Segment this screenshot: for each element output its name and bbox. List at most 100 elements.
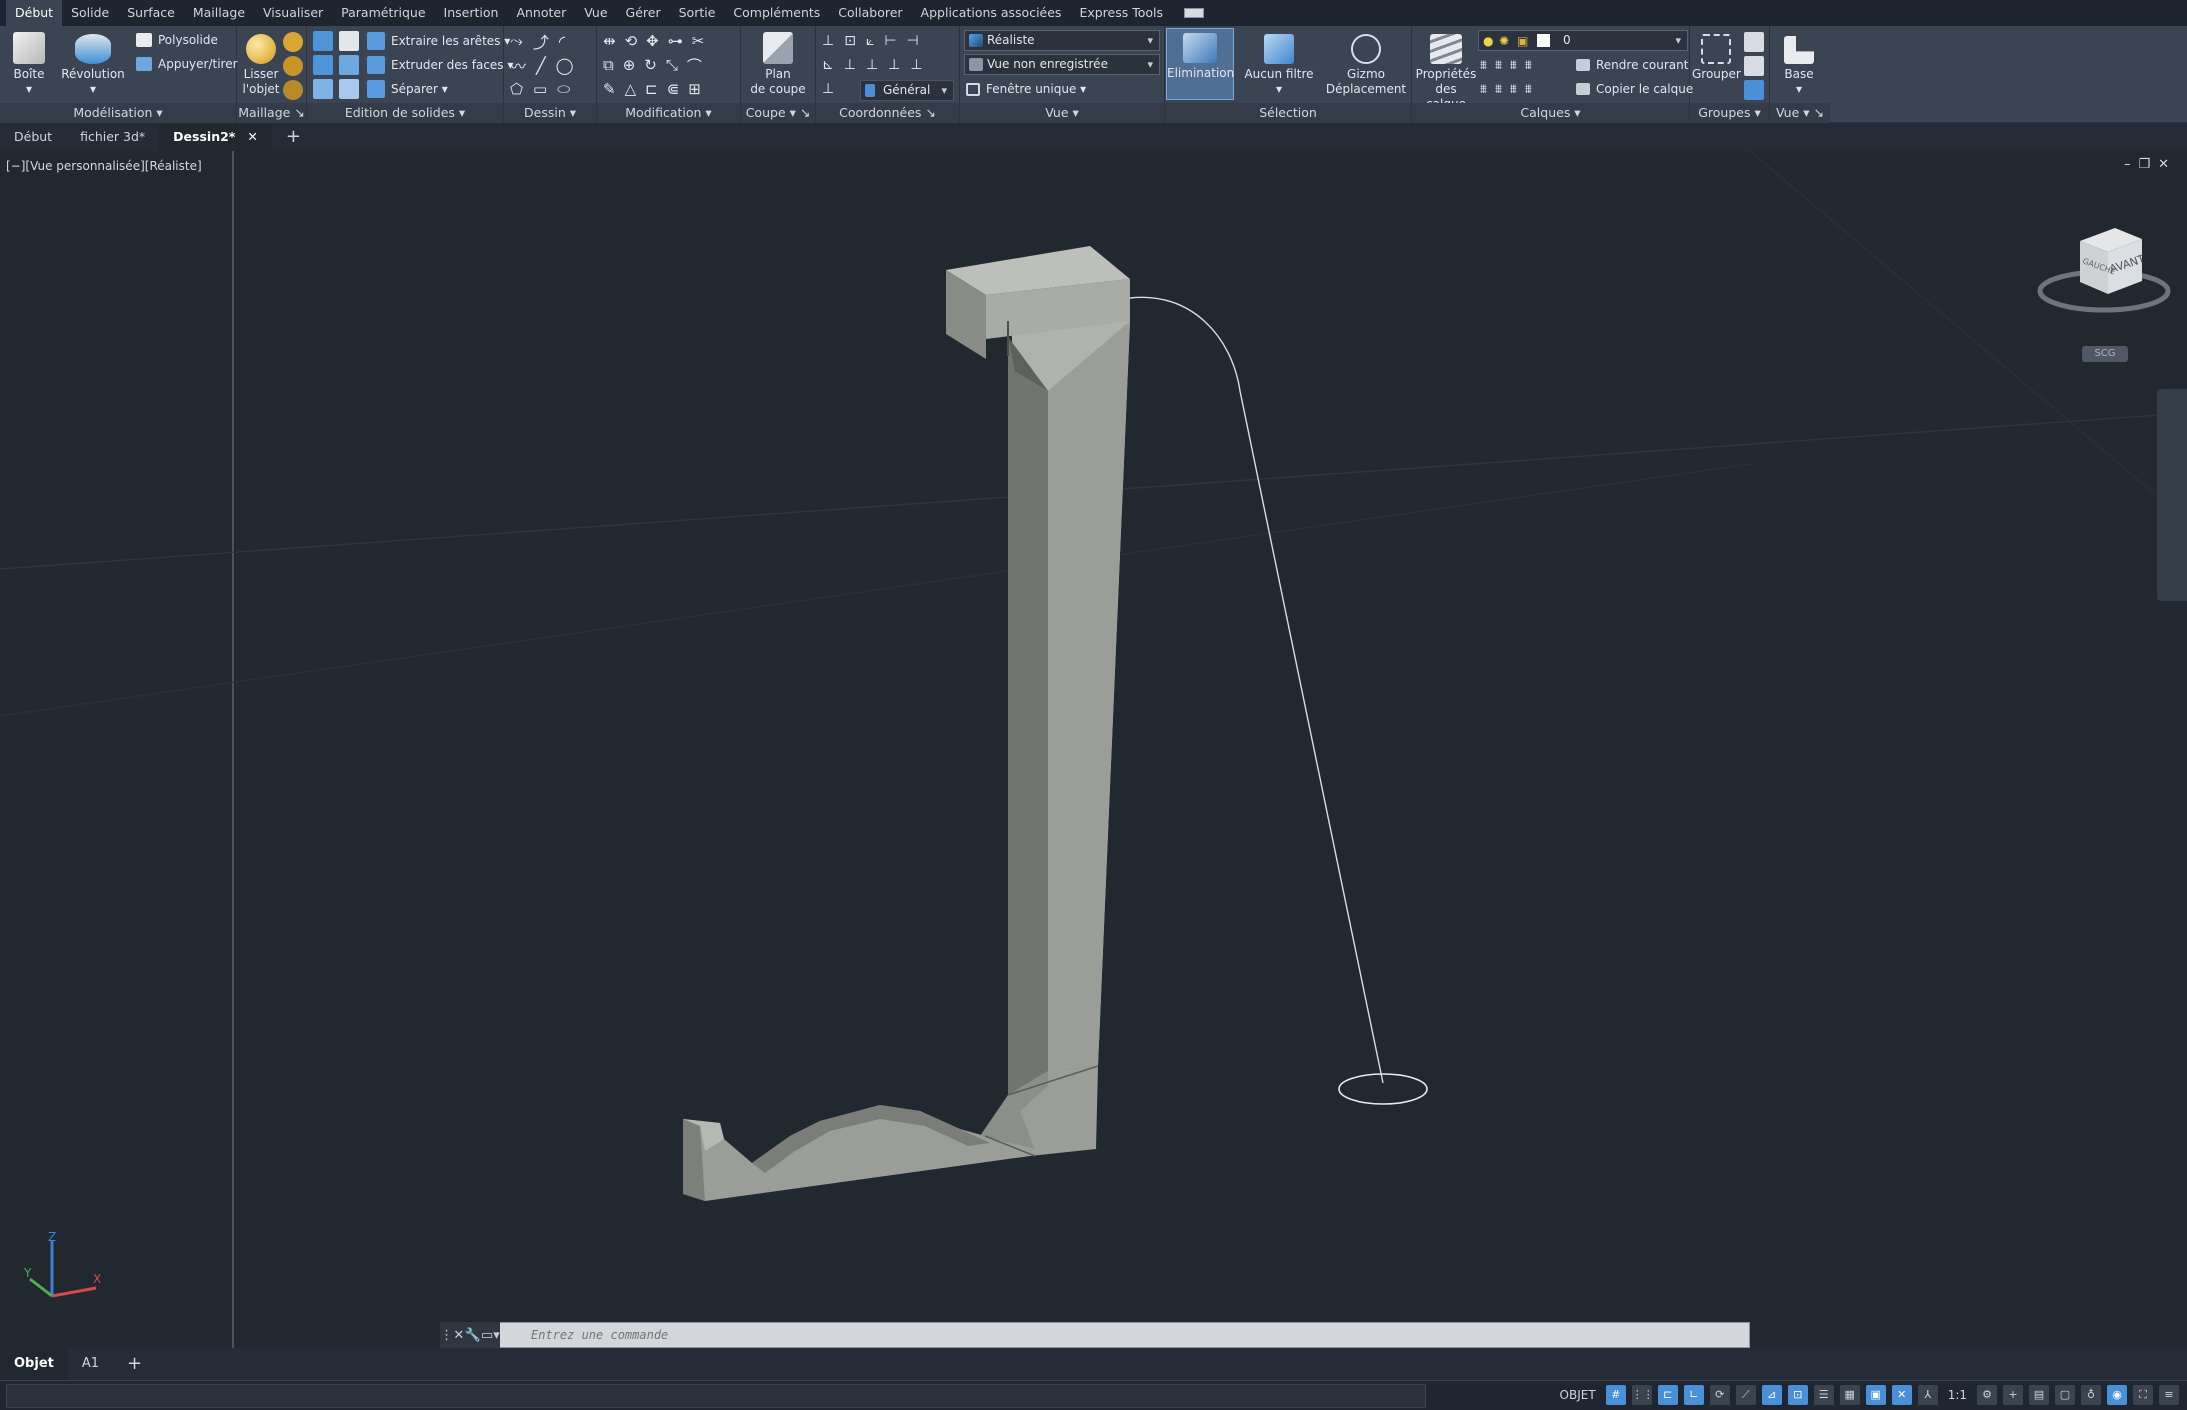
scale-icon[interactable]: ⤡ <box>666 56 678 74</box>
panel-label-groupes[interactable]: Groupes ▾ <box>1690 103 1769 123</box>
clean-screen-icon[interactable]: ⛶ <box>2133 1385 2153 1405</box>
navigation-bar[interactable] <box>2157 389 2187 601</box>
customization-menu-icon[interactable]: ≡ <box>2159 1385 2179 1405</box>
fillet-icon[interactable]: ⌒ <box>687 55 702 76</box>
panel-label-modification[interactable]: Modification ▾ <box>597 103 740 123</box>
solid-inner-side[interactable] <box>1008 337 1048 1095</box>
thicken-icon[interactable] <box>339 79 359 99</box>
spline-icon[interactable]: ⤴ <box>533 29 549 53</box>
ribbon-tab-options-icon[interactable] <box>1184 8 1205 18</box>
ucs-3pt-icon[interactable]: ⟀ <box>866 33 874 49</box>
ribbon-tab-solide[interactable]: Solide <box>62 0 118 26</box>
annotation-visibility-icon[interactable]: ⅄ <box>1917 1385 1938 1405</box>
boite-button[interactable]: Boîte ▾ <box>6 30 52 97</box>
slice-icon[interactable] <box>313 79 333 99</box>
ucs-z-icon[interactable]: ⊥ <box>888 57 900 73</box>
aucun-filtre-button[interactable]: Aucun filtre ▾ <box>1239 30 1319 97</box>
plan-de-coupe-button[interactable]: Plan de coupe <box>745 30 811 97</box>
grip-icon[interactable]: ⋮ <box>440 1328 453 1343</box>
quick-properties-icon[interactable]: ▢ <box>2055 1385 2075 1405</box>
annotation-scale[interactable]: 1:1 <box>1944 1388 1971 1402</box>
command-input[interactable] <box>531 1328 1631 1342</box>
named-view-dropdown[interactable]: Vue non enregistrée <box>964 54 1160 75</box>
close-tab-icon[interactable]: ✕ <box>247 129 257 144</box>
selection-cycling-icon[interactable]: ▣ <box>1865 1385 1886 1405</box>
layer-on2-icon[interactable]: ⩩ <box>1480 82 1487 97</box>
proprietes-calque-button[interactable]: Propriétésdes calque <box>1414 30 1478 112</box>
layer-isolate-icon[interactable]: ⩩ <box>1495 58 1502 73</box>
transparency-icon[interactable]: ▦ <box>1839 1385 1860 1405</box>
snap-toggle-icon[interactable]: ⋮⋮ <box>1631 1385 1654 1405</box>
trim-icon[interactable]: ✂ <box>692 32 705 50</box>
layer-unlock-icon[interactable]: ⩩ <box>1510 82 1517 97</box>
elimination-button[interactable]: Elimination <box>1166 28 1234 100</box>
layer-thaw-icon[interactable]: ⩩ <box>1495 82 1502 97</box>
separer-button[interactable]: Séparer ▾ <box>367 78 448 100</box>
new-tab-icon[interactable]: + <box>272 123 315 151</box>
osnap-toggle-icon[interactable]: ⊿ <box>1761 1385 1782 1405</box>
gizmo-deplacement-button[interactable]: Gizmo Déplacement <box>1323 30 1409 97</box>
appuyer-tirer-button[interactable]: Appuyer/tirer <box>136 53 238 75</box>
mesh-refine-icon[interactable] <box>283 56 303 76</box>
doc-tab-1[interactable]: fichier 3d* <box>66 123 159 151</box>
interfere-icon[interactable] <box>339 55 359 75</box>
align-icon[interactable]: ⊶ <box>668 32 683 50</box>
general-dropdown[interactable]: Général <box>860 80 954 101</box>
units-icon[interactable]: ▤ <box>2029 1385 2049 1405</box>
panel-label-coupe[interactable]: Coupe ▾ ↘ <box>741 103 815 123</box>
panel-label-vue-base[interactable]: Vue ▾ ↘ <box>1770 103 1830 123</box>
ribbon-tab-insertion[interactable]: Insertion <box>435 0 508 26</box>
doc-tab-0[interactable]: Début <box>0 123 66 151</box>
layer-freeze-icon[interactable]: ⩩ <box>1510 58 1517 73</box>
layout-tab-0[interactable]: Objet <box>0 1348 68 1380</box>
intersect-icon[interactable] <box>313 55 333 75</box>
ribbon-tab-annoter[interactable]: Annoter <box>507 0 575 26</box>
explode-icon[interactable]: ⋐ <box>667 80 680 98</box>
new-layout-icon[interactable]: + <box>113 1348 156 1380</box>
polysolide-button[interactable]: Polysolide <box>136 29 218 51</box>
ucs-icon[interactable]: ⊥ <box>822 33 834 49</box>
ribbon-tab-express-tools[interactable]: Express Tools <box>1070 0 1172 26</box>
ellipse-icon[interactable]: ⬭ <box>557 80 570 98</box>
polar-toggle-icon[interactable]: ⟳ <box>1709 1385 1730 1405</box>
polygon-icon[interactable]: ⬠ <box>510 80 523 98</box>
circle-icon[interactable]: ◯ <box>556 56 574 75</box>
rotate-icon[interactable]: ↻ <box>644 56 657 74</box>
union-icon[interactable] <box>313 31 333 51</box>
ribbon-tab-maillage[interactable]: Maillage <box>184 0 254 26</box>
ribbon-tab-visualiser[interactable]: Visualiser <box>254 0 332 26</box>
ucs-y-icon[interactable]: ⊥ <box>866 57 878 73</box>
subtract-icon[interactable] <box>339 31 359 51</box>
doc-tab-2[interactable]: Dessin2* ✕ <box>159 123 272 151</box>
ucs-view-icon[interactable]: ⊥ <box>910 57 922 73</box>
mesh-crease-icon[interactable] <box>283 80 303 100</box>
ribbon-tab-g-rer[interactable]: Gérer <box>617 0 670 26</box>
customize-wrench-icon[interactable]: 🔧 <box>465 1328 481 1343</box>
panel-label-dessin[interactable]: Dessin ▾ <box>504 103 596 123</box>
array-icon[interactable]: ⊕ <box>623 56 636 74</box>
gizmo-toggle-icon[interactable]: ✕ <box>1891 1385 1912 1405</box>
ungroup-icon[interactable] <box>1744 32 1764 52</box>
panel-label-maillage[interactable]: Maillage ↘ <box>237 103 306 123</box>
polyline-icon[interactable]: ⤳ <box>510 31 523 51</box>
annotation-monitor-icon[interactable]: + <box>2003 1385 2023 1405</box>
move-icon[interactable]: ✥ <box>646 32 659 50</box>
layer-off-icon[interactable]: ⩩ <box>1480 58 1487 73</box>
offset-icon[interactable]: ⊏ <box>645 80 658 98</box>
polyline2-icon[interactable]: 〰 <box>510 53 526 77</box>
recent-commands-icon[interactable]: ▭▾ <box>481 1328 500 1343</box>
extraire-aretes-button[interactable]: Extraire les arêtes ▾ <box>367 30 510 52</box>
lisser-objet-button[interactable]: Lisser l'objet <box>241 30 281 97</box>
ribbon-tab-sortie[interactable]: Sortie <box>670 0 725 26</box>
lineweight-icon[interactable]: ☰ <box>1813 1385 1834 1405</box>
panel-label-modelisation[interactable]: Modélisation ▾ <box>0 103 236 123</box>
ribbon-tab-vue[interactable]: Vue <box>575 0 616 26</box>
line-icon[interactable]: ╱ <box>536 56 546 75</box>
infer-constraints-icon[interactable]: ⊏ <box>1657 1385 1678 1405</box>
ortho-toggle-icon[interactable]: ∟ <box>1683 1385 1704 1405</box>
grid-toggle-icon[interactable]: # <box>1605 1385 1626 1405</box>
ribbon-tab-compl-ments[interactable]: Compléments <box>724 0 829 26</box>
ribbon-tab-applications-associ-es[interactable]: Applications associées <box>912 0 1071 26</box>
group-edit-icon[interactable] <box>1744 56 1764 76</box>
workspace-gear-icon[interactable]: ⚙ <box>1977 1385 1997 1405</box>
